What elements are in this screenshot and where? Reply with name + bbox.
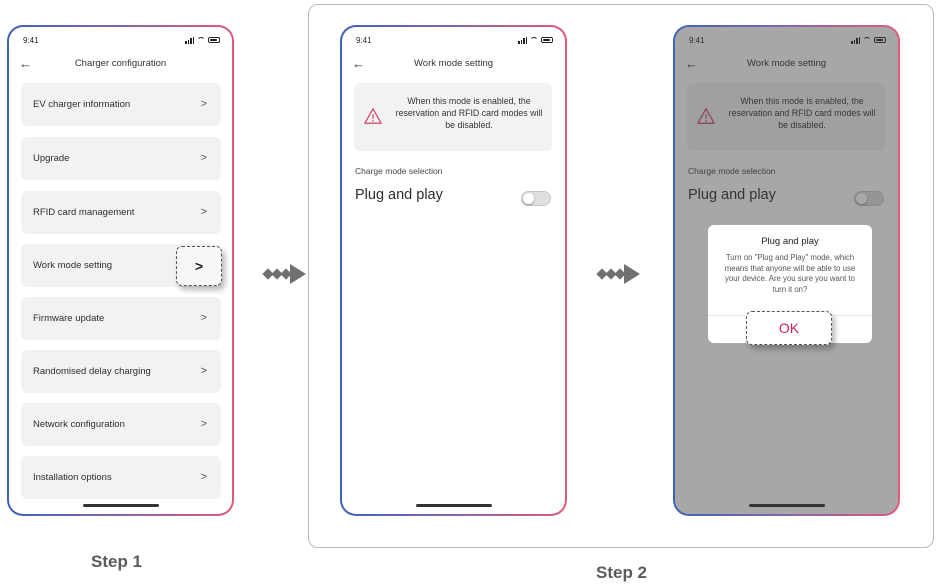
menu-item-installation-options[interactable]: Installation options > [21,456,221,499]
chevron-right-icon: > [200,471,207,483]
plug-and-play-label: Plug and play [355,187,443,203]
signal-icon [518,36,527,44]
menu-item-label: RFID card management [33,207,135,218]
plug-and-play-toggle[interactable] [521,191,551,206]
menu-item-label: Firmware update [33,313,105,324]
home-indicator [415,504,492,507]
menu-item-label: Installation options [33,472,112,483]
wifi-icon [197,36,205,44]
menu-item-upgrade[interactable]: Upgrade > [21,137,221,180]
page-title: Charger configuration [74,58,167,69]
phone-step2a: 9:41 ← Work mode setting When this mode … [340,25,567,516]
status-bar: 9:41 [356,33,553,47]
menu-item-rfid-card-management[interactable]: RFID card management > [21,191,221,234]
menu-item-randomised-delay-charging[interactable]: Randomised delay charging > [21,350,221,393]
ok-button[interactable]: OK [746,311,832,345]
menu-item-label: Randomised delay charging [33,366,151,377]
home-indicator [748,504,825,507]
chevron-right-icon: > [200,365,207,377]
step1-caption: Step 1 [91,552,143,571]
signal-icon [185,36,194,44]
battery-icon [541,37,553,43]
dialog-message: Turn on "Plug and Play" mode, which mean… [724,253,856,294]
menu-item-firmware-update[interactable]: Firmware update > [21,297,221,340]
chevron-right-icon: > [200,418,207,430]
status-time: 9:41 [23,35,39,45]
step2-caption: Step 2 [596,563,648,582]
status-bar: 9:41 [23,33,220,47]
section-label: Charge mode selection [355,166,443,176]
phone-screen: 9:41 ← Work mode setting When this mode … [342,27,565,514]
status-time: 9:41 [356,35,372,45]
phone-step2b: 9:41 ← Work mode setting When this mode … [673,25,900,516]
chevron-right-icon: > [194,258,204,274]
menu-item-label: Network configuration [33,419,125,430]
chevron-right-icon: > [200,312,207,324]
menu-item-label: Work mode setting [33,260,113,271]
dialog-title: Plug and play [761,236,819,247]
warning-banner: When this mode is enabled, the reservati… [354,83,552,151]
chevron-right-icon: > [200,98,207,110]
step-arrow-icon [596,264,642,284]
home-indicator [82,504,159,507]
chevron-right-icon: > [200,206,207,218]
work-mode-chevron-highlight[interactable]: > [176,246,222,286]
warning-triangle-icon [364,108,382,124]
battery-icon [208,37,220,43]
nav-bar: ← Work mode setting [342,56,565,72]
warning-text: When this mode is enabled, the reservati… [395,96,543,130]
phone-screen: 9:41 ← Work mode setting When this mode … [675,27,898,514]
ok-button-label: OK [778,320,800,336]
chevron-right-icon: > [200,152,207,164]
nav-bar: ← Charger configuration [9,56,232,72]
wifi-icon [530,36,538,44]
menu-item-label: EV charger information [33,99,131,110]
page-title: Work mode setting [413,58,494,69]
step-arrow-icon [262,264,308,284]
menu-item-ev-charger-information[interactable]: EV charger information > [21,83,221,126]
menu-item-label: Upgrade [33,153,70,164]
menu-item-network-configuration[interactable]: Network configuration > [21,403,221,446]
